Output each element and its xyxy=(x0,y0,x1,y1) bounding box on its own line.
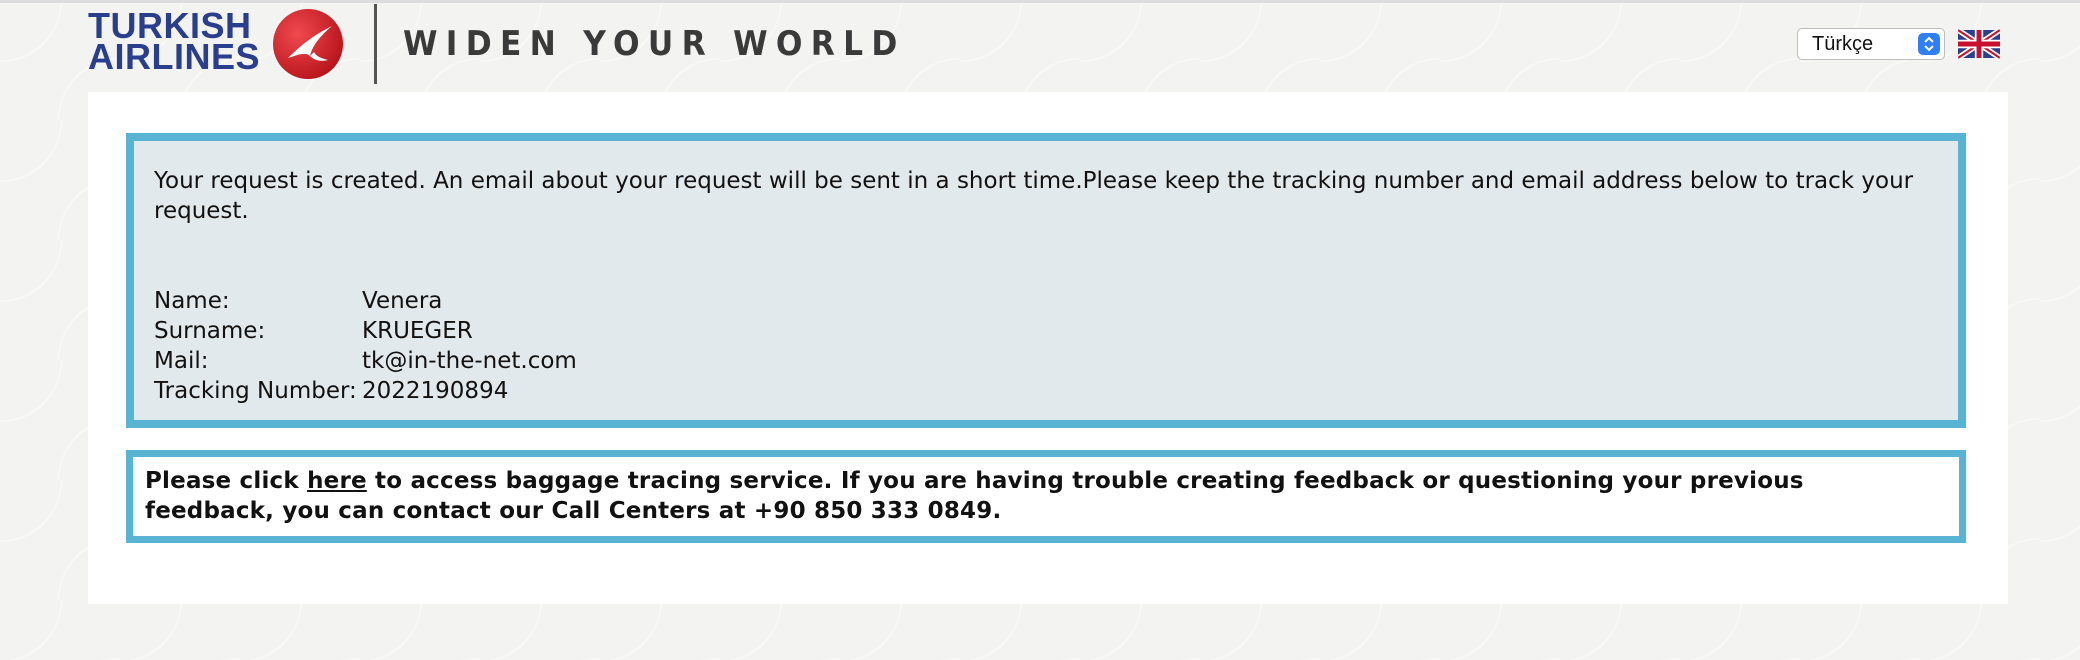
surname-label: Surname: xyxy=(154,318,266,344)
mail-value: tk@in-the-net.com xyxy=(362,348,577,374)
site-header: TURKISH AIRLINES WIDEN YOUR WORLD Türkçe xyxy=(0,0,2080,92)
request-details: Name: Venera Surname: KRUEGER Mail: tk@i… xyxy=(154,286,1932,406)
detail-row-mail: Mail: tk@in-the-net.com xyxy=(154,346,1932,376)
tagline: WIDEN YOUR WORLD xyxy=(403,24,906,64)
select-stepper-icon xyxy=(1918,33,1940,55)
detail-row-tracking: Tracking Number: 2022190894 xyxy=(154,376,1932,406)
baggage-tracing-link[interactable]: here xyxy=(307,468,367,494)
turkish-airlines-logo[interactable]: TURKISH AIRLINES xyxy=(88,8,268,77)
surname-value: KRUEGER xyxy=(362,318,473,344)
detail-row-surname: Surname: KRUEGER xyxy=(154,316,1932,346)
confirmation-message: Your request is created. An email about … xyxy=(154,168,1914,224)
request-confirmation-box: Your request is created. An email about … xyxy=(126,133,1966,428)
notice-text-after: to access baggage tracing service. If yo… xyxy=(145,468,1804,524)
mail-label: Mail: xyxy=(154,348,209,374)
tracking-number-label: Tracking Number: xyxy=(154,378,357,404)
tracking-number-value: 2022190894 xyxy=(362,378,509,404)
baggage-notice-box: Please click here to access baggage trac… xyxy=(126,450,1966,543)
notice-text-before: Please click xyxy=(145,468,308,494)
uk-flag-icon[interactable] xyxy=(1958,28,2000,60)
language-selected-value: Türkçe xyxy=(1812,33,1874,55)
logo-divider xyxy=(374,4,377,84)
language-select[interactable]: Türkçe xyxy=(1797,28,1945,60)
detail-row-name: Name: Venera xyxy=(154,286,1932,316)
name-value: Venera xyxy=(362,288,443,314)
name-label: Name: xyxy=(154,288,230,314)
brand-line-2: AIRLINES xyxy=(88,36,261,77)
bird-logo-icon xyxy=(273,9,343,79)
